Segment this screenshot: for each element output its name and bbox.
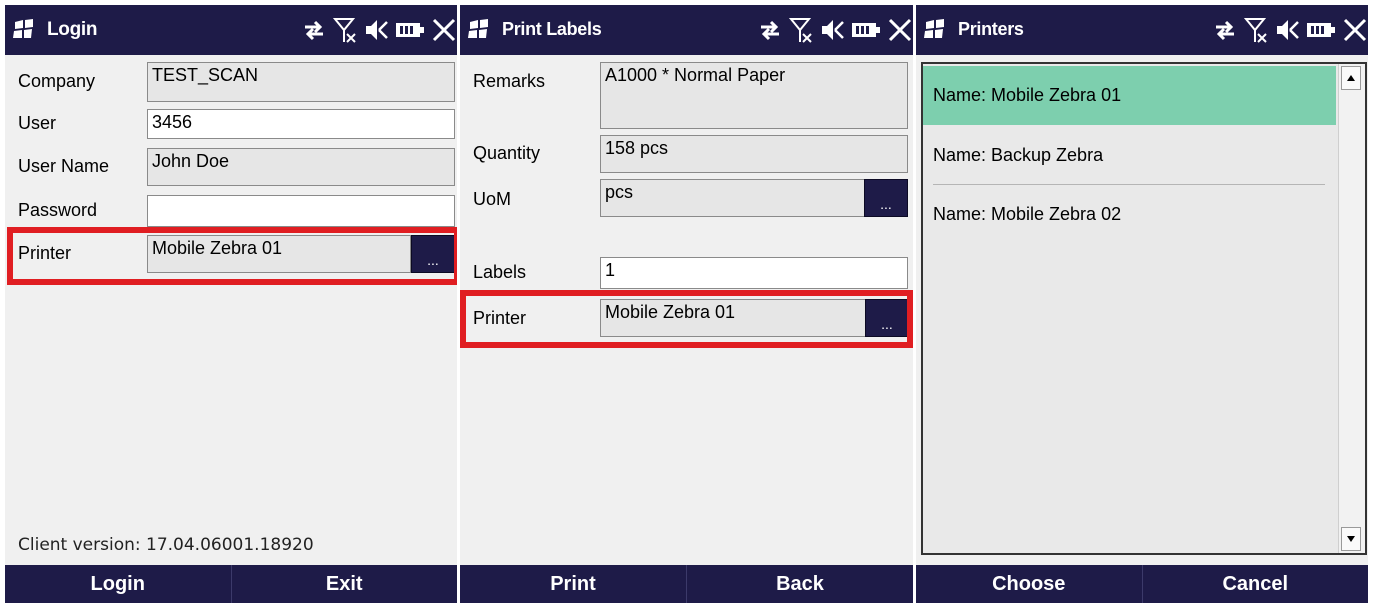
bottom-bar: Print Back xyxy=(460,565,913,603)
choose-button[interactable]: Choose xyxy=(916,565,1142,603)
password-label: Password xyxy=(18,200,98,220)
remarks-field: A1000 * Normal Paper xyxy=(600,62,908,129)
arrow-up-icon xyxy=(1347,75,1355,81)
username-field: John Doe xyxy=(147,148,455,186)
scrollbar[interactable] xyxy=(1338,64,1365,553)
no-signal-icon[interactable] xyxy=(1244,16,1268,44)
highlight-box xyxy=(460,290,913,348)
bottom-bar: Login Exit xyxy=(5,565,457,603)
title-bar: Print Labels xyxy=(460,5,913,55)
volume-icon[interactable] xyxy=(819,17,845,43)
battery-icon[interactable] xyxy=(851,20,881,40)
user-input[interactable]: 3456 xyxy=(147,109,455,139)
quantity-label: Quantity xyxy=(473,143,541,163)
status-tray xyxy=(1206,13,1368,47)
sync-arrows-icon[interactable] xyxy=(1212,17,1238,43)
printers-screen: Printers Name: Mobile Zebra 01 Name: Bac… xyxy=(916,5,1368,603)
exit-button[interactable]: Exit xyxy=(230,565,458,603)
arrow-down-icon xyxy=(1347,536,1355,542)
uom-field: pcs xyxy=(600,179,865,217)
uom-browse-button[interactable]: ... xyxy=(864,179,908,217)
windows-logo-icon[interactable] xyxy=(924,19,946,39)
uom-label: UoM xyxy=(473,189,512,209)
company-field: TEST_SCAN xyxy=(147,62,455,102)
labels-input[interactable]: 1 xyxy=(600,257,908,289)
screen-title: Print Labels xyxy=(502,19,602,39)
back-button[interactable]: Back xyxy=(686,565,913,603)
battery-icon[interactable] xyxy=(395,20,425,40)
list-item[interactable]: Name: Backup Zebra xyxy=(923,126,1336,185)
quantity-field: 158 pcs xyxy=(600,135,908,173)
no-signal-icon[interactable] xyxy=(789,16,813,44)
login-button[interactable]: Login xyxy=(5,565,231,603)
browse-label: ... xyxy=(880,196,892,212)
close-icon[interactable] xyxy=(887,17,913,43)
login-screen: Login Company TEST_SCAN User 3456 User N… xyxy=(5,5,457,603)
close-icon[interactable] xyxy=(431,17,457,43)
battery-icon[interactable] xyxy=(1306,20,1336,40)
screen-title: Login xyxy=(47,19,98,40)
print-labels-screen: Print Labels Remarks A1000 * Normal Pape… xyxy=(460,5,913,603)
windows-logo-icon[interactable] xyxy=(468,19,490,39)
highlight-box xyxy=(7,227,457,285)
close-icon[interactable] xyxy=(1342,17,1368,43)
username-label: User Name xyxy=(18,156,110,176)
cancel-button[interactable]: Cancel xyxy=(1141,565,1369,603)
remarks-label: Remarks xyxy=(473,71,546,91)
password-input[interactable] xyxy=(147,195,455,227)
windows-logo-icon[interactable] xyxy=(13,19,35,39)
screen-title: Printers xyxy=(958,19,1024,39)
status-tray xyxy=(295,13,457,47)
labels-label: Labels xyxy=(473,262,527,282)
volume-icon[interactable] xyxy=(1274,17,1300,43)
scroll-up-button[interactable] xyxy=(1341,66,1361,90)
volume-icon[interactable] xyxy=(363,17,389,43)
scroll-down-button[interactable] xyxy=(1341,527,1361,551)
list-item[interactable]: Name: Mobile Zebra 02 xyxy=(923,185,1336,244)
title-bar: Printers xyxy=(916,5,1368,55)
title-bar: Login xyxy=(5,5,457,55)
status-tray xyxy=(751,13,913,47)
user-label: User xyxy=(18,113,57,133)
sync-arrows-icon[interactable] xyxy=(757,17,783,43)
printers-list[interactable]: Name: Mobile Zebra 01 Name: Backup Zebra… xyxy=(921,62,1367,555)
company-label: Company xyxy=(18,71,96,91)
bottom-bar: Choose Cancel xyxy=(916,565,1368,603)
client-version: Client version: 17.04.06001.18920 xyxy=(18,535,314,555)
list-item[interactable]: Name: Mobile Zebra 01 xyxy=(923,66,1336,125)
sync-arrows-icon[interactable] xyxy=(301,17,327,43)
print-button[interactable]: Print xyxy=(460,565,686,603)
no-signal-icon[interactable] xyxy=(333,16,357,44)
